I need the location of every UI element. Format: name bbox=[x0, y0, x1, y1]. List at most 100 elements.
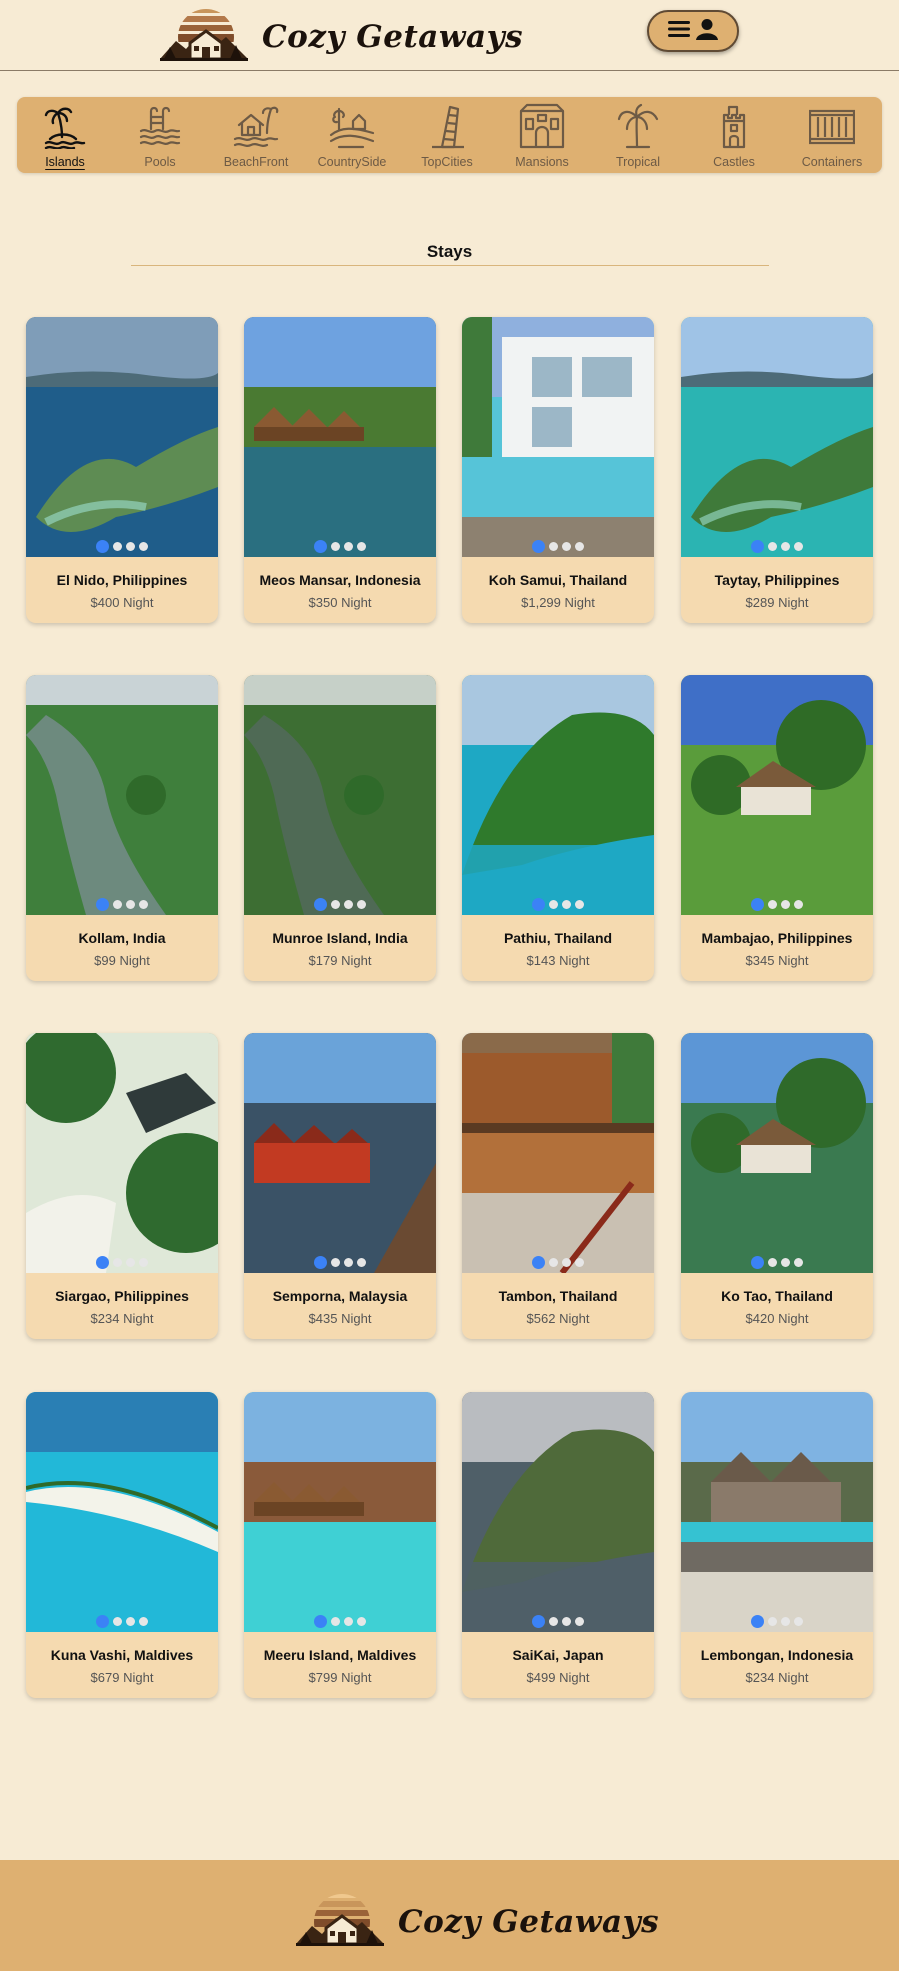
stay-card[interactable]: Pathiu, Thailand $143 Night bbox=[462, 675, 654, 981]
carousel-dot[interactable] bbox=[113, 542, 122, 551]
stay-card[interactable]: Kollam, India $99 Night bbox=[26, 675, 218, 981]
carousel-dot[interactable] bbox=[768, 900, 777, 909]
stay-photo[interactable] bbox=[26, 1033, 218, 1273]
carousel-dot[interactable] bbox=[357, 900, 366, 909]
carousel-dot[interactable] bbox=[314, 1615, 327, 1628]
carousel-dot[interactable] bbox=[562, 542, 571, 551]
category-containers[interactable]: Containers bbox=[787, 103, 877, 169]
carousel-dot[interactable] bbox=[781, 1617, 790, 1626]
carousel-dot[interactable] bbox=[126, 1617, 135, 1626]
category-mansions[interactable]: Mansions bbox=[497, 103, 587, 169]
stay-photo[interactable] bbox=[26, 317, 218, 557]
carousel-dot[interactable] bbox=[549, 1617, 558, 1626]
carousel-dot[interactable] bbox=[781, 542, 790, 551]
carousel-dot[interactable] bbox=[344, 542, 353, 551]
carousel-dot[interactable] bbox=[331, 900, 340, 909]
stay-photo[interactable] bbox=[462, 675, 654, 915]
stay-card[interactable]: Taytay, Philippines $289 Night bbox=[681, 317, 873, 623]
stay-photo[interactable] bbox=[244, 317, 436, 557]
carousel-dot[interactable] bbox=[139, 1258, 148, 1267]
stay-card[interactable]: Meos Mansar, Indonesia $350 Night bbox=[244, 317, 436, 623]
carousel-dot[interactable] bbox=[357, 1617, 366, 1626]
carousel-dot[interactable] bbox=[344, 1258, 353, 1267]
stay-photo[interactable] bbox=[244, 1392, 436, 1632]
carousel-dot[interactable] bbox=[794, 1617, 803, 1626]
carousel-dot[interactable] bbox=[314, 898, 327, 911]
carousel-dot[interactable] bbox=[781, 900, 790, 909]
stay-card[interactable]: Tambon, Thailand $562 Night bbox=[462, 1033, 654, 1339]
carousel-dot[interactable] bbox=[751, 898, 764, 911]
carousel-dot[interactable] bbox=[794, 1258, 803, 1267]
carousel-dot[interactable] bbox=[331, 1258, 340, 1267]
stay-card[interactable]: Koh Samui, Thailand $1,299 Night bbox=[462, 317, 654, 623]
carousel-dot[interactable] bbox=[96, 898, 109, 911]
carousel-dot[interactable] bbox=[794, 900, 803, 909]
carousel-dot[interactable] bbox=[126, 542, 135, 551]
carousel-dot[interactable] bbox=[562, 900, 571, 909]
carousel-dot[interactable] bbox=[96, 1256, 109, 1269]
carousel-dot[interactable] bbox=[794, 542, 803, 551]
stay-card[interactable]: Meeru Island, Maldives $799 Night bbox=[244, 1392, 436, 1698]
carousel-dot[interactable] bbox=[357, 1258, 366, 1267]
carousel-dot[interactable] bbox=[751, 1615, 764, 1628]
category-beachfront[interactable]: BeachFront bbox=[211, 103, 301, 169]
stay-card[interactable]: Lembongan, Indonesia $234 Night bbox=[681, 1392, 873, 1698]
stay-card[interactable]: Munroe Island, India $179 Night bbox=[244, 675, 436, 981]
carousel-dot[interactable] bbox=[768, 1258, 777, 1267]
carousel-dot[interactable] bbox=[113, 1258, 122, 1267]
carousel-dot[interactable] bbox=[751, 540, 764, 553]
category-islands[interactable]: Islands bbox=[20, 103, 110, 169]
carousel-dot[interactable] bbox=[768, 1617, 777, 1626]
stay-photo[interactable] bbox=[681, 675, 873, 915]
carousel-dot[interactable] bbox=[331, 1617, 340, 1626]
carousel-dot[interactable] bbox=[532, 898, 545, 911]
stay-card[interactable]: Semporna, Malaysia $435 Night bbox=[244, 1033, 436, 1339]
category-countryside[interactable]: CountrySide bbox=[307, 103, 397, 169]
carousel-dot[interactable] bbox=[331, 542, 340, 551]
category-pools[interactable]: Pools bbox=[115, 103, 205, 169]
carousel-dot[interactable] bbox=[751, 1256, 764, 1269]
carousel-dot[interactable] bbox=[357, 542, 366, 551]
carousel-dot[interactable] bbox=[139, 1617, 148, 1626]
carousel-dot[interactable] bbox=[562, 1617, 571, 1626]
carousel-dot[interactable] bbox=[575, 1617, 584, 1626]
carousel-dot[interactable] bbox=[575, 1258, 584, 1267]
carousel-dot[interactable] bbox=[549, 1258, 558, 1267]
carousel-dot[interactable] bbox=[575, 900, 584, 909]
carousel-dot[interactable] bbox=[314, 540, 327, 553]
carousel-dot[interactable] bbox=[126, 900, 135, 909]
carousel-dot[interactable] bbox=[549, 542, 558, 551]
carousel-dot[interactable] bbox=[139, 542, 148, 551]
stay-card[interactable]: Siargao, Philippines $234 Night bbox=[26, 1033, 218, 1339]
stay-photo[interactable] bbox=[244, 675, 436, 915]
stay-card[interactable]: SaiKai, Japan $499 Night bbox=[462, 1392, 654, 1698]
category-tropical[interactable]: Tropical bbox=[593, 103, 683, 169]
carousel-dot[interactable] bbox=[532, 1256, 545, 1269]
stay-photo[interactable] bbox=[681, 1033, 873, 1273]
stay-photo[interactable] bbox=[26, 1392, 218, 1632]
carousel-dot[interactable] bbox=[768, 542, 777, 551]
stay-photo[interactable] bbox=[462, 1392, 654, 1632]
stay-photo[interactable] bbox=[462, 317, 654, 557]
carousel-dot[interactable] bbox=[113, 1617, 122, 1626]
carousel-dot[interactable] bbox=[344, 1617, 353, 1626]
carousel-dot[interactable] bbox=[549, 900, 558, 909]
stay-card[interactable]: El Nido, Philippines $400 Night bbox=[26, 317, 218, 623]
stay-card[interactable]: Kuna Vashi, Maldives $679 Night bbox=[26, 1392, 218, 1698]
carousel-dot[interactable] bbox=[781, 1258, 790, 1267]
stay-card[interactable]: Ko Tao, Thailand $420 Night bbox=[681, 1033, 873, 1339]
carousel-dot[interactable] bbox=[96, 540, 109, 553]
carousel-dot[interactable] bbox=[532, 540, 545, 553]
category-castles[interactable]: Castles bbox=[689, 103, 779, 169]
carousel-dot[interactable] bbox=[139, 900, 148, 909]
footer-logo[interactable]: Cozy Getaways bbox=[296, 1892, 659, 1951]
carousel-dot[interactable] bbox=[575, 542, 584, 551]
carousel-dot[interactable] bbox=[126, 1258, 135, 1267]
user-menu-button[interactable] bbox=[647, 10, 739, 52]
carousel-dot[interactable] bbox=[344, 900, 353, 909]
stay-card[interactable]: Mambajao, Philippines $345 Night bbox=[681, 675, 873, 981]
carousel-dot[interactable] bbox=[532, 1615, 545, 1628]
stay-photo[interactable] bbox=[244, 1033, 436, 1273]
carousel-dot[interactable] bbox=[113, 900, 122, 909]
stay-photo[interactable] bbox=[462, 1033, 654, 1273]
